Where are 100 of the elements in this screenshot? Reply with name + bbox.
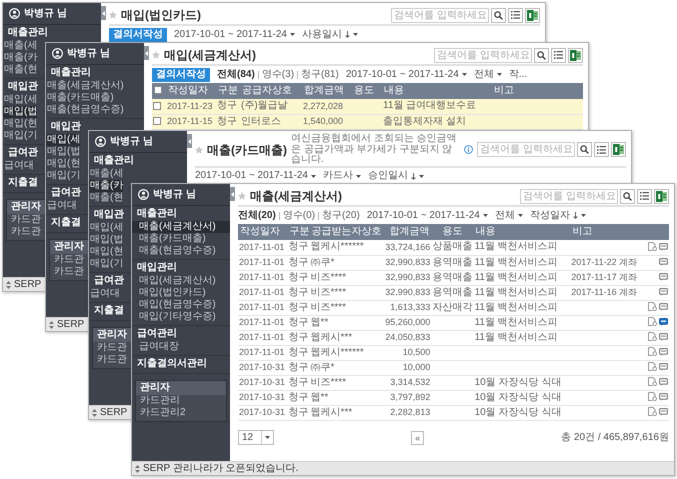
search-field[interactable]: 검색어를 입력하세요 xyxy=(520,188,618,204)
sidebar-item[interactable]: 매출(카 xyxy=(3,52,38,64)
sidebar-item[interactable]: 매입(세 xyxy=(46,134,80,146)
sidebar-item[interactable]: 카드관 xyxy=(50,266,88,278)
document-icon[interactable] xyxy=(648,347,657,356)
comment-icon[interactable] xyxy=(659,332,668,341)
collapse-tab[interactable] xyxy=(144,46,149,60)
search-field[interactable]: 검색어를 입력하세요 xyxy=(391,8,489,22)
comment-icon[interactable] xyxy=(659,272,668,281)
filter-tab[interactable]: 영수(0) xyxy=(282,210,316,222)
search-button[interactable] xyxy=(620,188,635,204)
sidebar-item[interactable]: 카드관 xyxy=(7,226,45,238)
sidebar-item[interactable]: 매출(세금계산서) xyxy=(132,221,230,233)
comment-icon[interactable] xyxy=(659,288,668,296)
comment-icon[interactable] xyxy=(659,242,668,251)
filter-tab[interactable]: 청구(81) xyxy=(301,68,339,80)
first-page-button[interactable]: « xyxy=(411,430,424,444)
list-view-button[interactable] xyxy=(594,142,609,158)
filter-tab[interactable]: 전체(84) xyxy=(217,68,255,80)
excel-button[interactable] xyxy=(568,48,583,62)
sidebar-item[interactable]: 매입(세 xyxy=(3,94,38,106)
sidebar-item[interactable]: 카드관리2 xyxy=(136,407,226,419)
search-field[interactable]: 검색어를 입력하세요 xyxy=(434,48,532,62)
document-icon[interactable] xyxy=(648,362,657,372)
sidebar-item[interactable]: 매출(카드매출) xyxy=(46,92,114,104)
checkbox[interactable] xyxy=(154,86,162,94)
collapse-tab[interactable] xyxy=(101,6,106,20)
dropdown[interactable]: 2017-10-01 ~ 2017-11-24 xyxy=(366,210,488,222)
checkbox[interactable] xyxy=(153,116,161,125)
sidebar-item[interactable]: 매출(세 xyxy=(89,168,124,180)
dropdown[interactable]: 2017-10-01 ~ 2017-11-24 xyxy=(346,68,467,80)
comment-icon[interactable] xyxy=(659,392,668,401)
sidebar-item[interactable]: 매입(법인카드) xyxy=(132,287,230,299)
excel-button[interactable] xyxy=(611,142,626,158)
sidebar-item[interactable]: 매입(법 xyxy=(3,106,38,118)
dropdown[interactable]: 2017-10-01 ~ 2017-11-24 xyxy=(195,170,316,182)
sidebar-item[interactable]: 매입(세금계산서) xyxy=(132,275,230,287)
sort-dropdown[interactable]: 작성일자 xyxy=(530,210,586,222)
list-view-button[interactable] xyxy=(637,188,652,204)
sidebar-item[interactable]: 매입(세 xyxy=(89,222,124,234)
collapse-tab[interactable] xyxy=(187,134,192,148)
sidebar-item[interactable]: 급여대장 xyxy=(132,341,230,353)
document-icon[interactable] xyxy=(648,377,657,386)
sidebar-item[interactable]: 매입(기 xyxy=(46,170,80,182)
sidebar-item[interactable]: 매출(세 xyxy=(3,40,38,52)
table-cell: 2017-11-01 xyxy=(238,330,288,345)
document-icon[interactable] xyxy=(648,392,657,402)
sort-dropdown[interactable]: 승인일시 xyxy=(368,170,424,182)
create-button[interactable]: 결의서작성 xyxy=(109,28,167,42)
dropdown[interactable]: 2017-10-01 ~ 2017-11-24 xyxy=(174,28,295,40)
comment-icon[interactable] xyxy=(659,258,668,266)
sidebar-item[interactable]: 매입(기 xyxy=(89,258,124,270)
search-field[interactable]: 검색어를 입력하세요 xyxy=(477,142,575,158)
sidebar-item[interactable]: 매입(기 xyxy=(3,130,38,142)
list-view-button[interactable] xyxy=(508,8,523,22)
dropdown[interactable]: 전체 xyxy=(494,210,523,222)
sidebar-item[interactable]: 급여대 xyxy=(3,160,34,172)
comment-icon[interactable] xyxy=(659,348,668,356)
comment-icon[interactable] xyxy=(659,362,668,371)
filter-tab[interactable]: 영수(3) xyxy=(262,68,294,80)
sidebar-item[interactable]: 매출(현금영수증) xyxy=(46,104,124,116)
document-icon[interactable] xyxy=(648,302,657,312)
sort-dropdown[interactable]: 사용일시 xyxy=(302,28,358,40)
document-icon[interactable] xyxy=(648,317,657,326)
dropdown[interactable]: 카드사 xyxy=(322,170,361,182)
filter-tab[interactable]: 청구(20) xyxy=(322,210,360,222)
comment-icon[interactable] xyxy=(659,408,668,416)
sidebar-item[interactable]: 매입(현 xyxy=(3,118,38,130)
create-button[interactable]: 결의서작성 xyxy=(152,68,210,82)
sidebar-item[interactable]: 카드관 xyxy=(93,354,131,366)
document-icon[interactable] xyxy=(648,332,657,342)
comment-icon[interactable] xyxy=(659,378,668,386)
search-button[interactable] xyxy=(577,142,592,158)
excel-button[interactable] xyxy=(525,8,540,22)
collapse-tab[interactable] xyxy=(230,187,235,201)
sidebar-item[interactable]: 매출(카 xyxy=(89,180,124,192)
comment-icon[interactable] xyxy=(659,318,668,326)
search-button[interactable] xyxy=(491,8,506,22)
document-icon[interactable] xyxy=(648,407,657,416)
sidebar-item[interactable]: 매입(법 xyxy=(46,146,80,158)
sidebar-item[interactable]: 급여대 xyxy=(89,288,120,300)
sidebar-item[interactable]: 카드관 xyxy=(50,254,88,266)
filter-tab[interactable]: 전체(20) xyxy=(238,210,276,222)
sidebar-item[interactable]: 급여대 xyxy=(46,200,77,212)
sidebar-item[interactable]: 카드관 xyxy=(7,214,45,226)
list-view-button[interactable] xyxy=(551,48,566,62)
comment-icon[interactable] xyxy=(659,302,668,311)
excel-button[interactable] xyxy=(654,188,669,204)
sidebar-item[interactable]: 매출(현 xyxy=(3,64,38,76)
sidebar-item[interactable]: 매입(현금영수증) xyxy=(132,299,230,311)
sidebar-item[interactable]: 매입(현 xyxy=(46,158,80,170)
sidebar-item[interactable]: 카드관리 xyxy=(136,395,226,407)
page-size-select[interactable]: 12 xyxy=(238,430,274,445)
sidebar-item[interactable]: 매입(기타영수증) xyxy=(132,311,230,323)
dropdown[interactable]: 전체 xyxy=(474,68,502,80)
document-icon[interactable] xyxy=(648,242,657,252)
checkbox[interactable] xyxy=(153,102,161,110)
sidebar-item[interactable]: 카드관 xyxy=(93,342,131,354)
sidebar-item[interactable]: 매출(세금계산서) xyxy=(46,80,124,92)
search-button[interactable] xyxy=(534,48,549,62)
